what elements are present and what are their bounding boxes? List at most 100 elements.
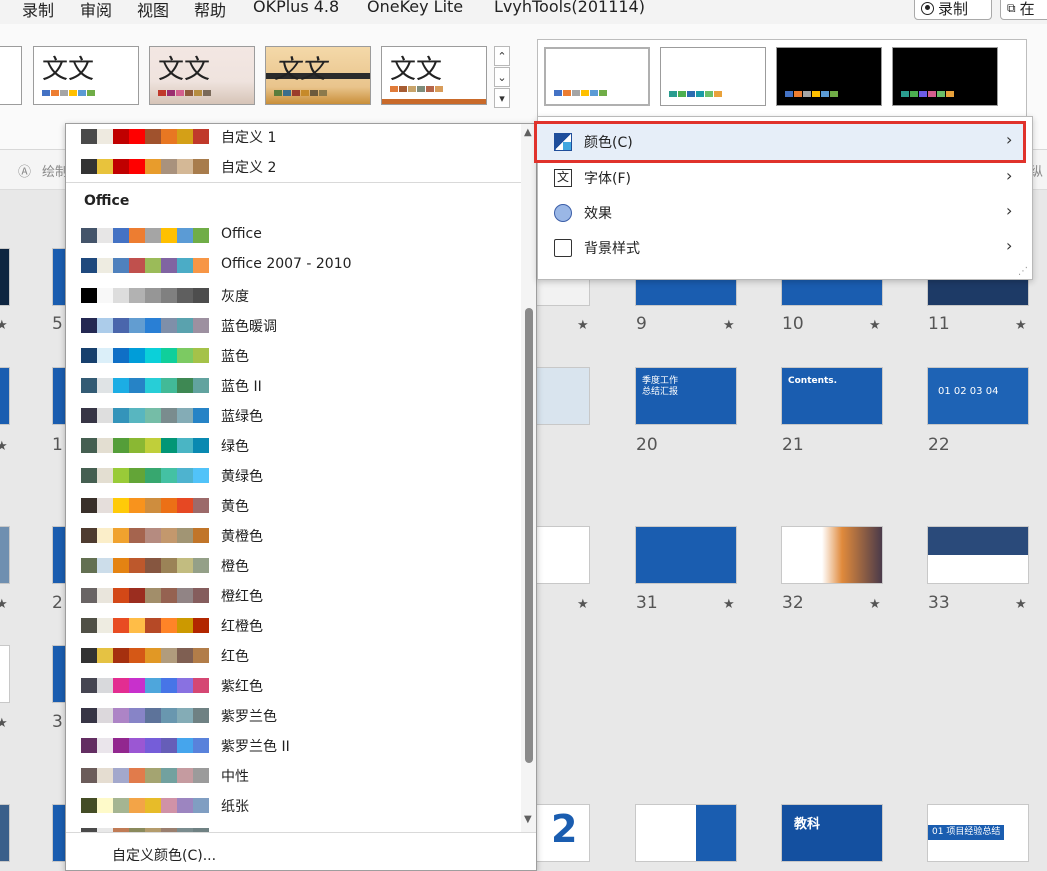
chevron-down-icon: ⌄ [497,70,507,84]
slide-thumbnail-32[interactable] [781,526,883,584]
slide-thumbnail-edge[interactable] [0,367,10,425]
theme-thumbnail-2[interactable]: 文文 [149,46,255,105]
color-scheme-item[interactable]: 中性 [66,761,521,791]
tab-record[interactable]: 录制 [22,0,54,21]
menu-item-colors[interactable]: 颜色(C) › [534,121,1026,163]
chevron-right-icon: › [1006,166,1013,185]
slide-number: 1 [52,435,63,455]
color-scheme-item[interactable]: 黄橙色 [66,521,521,551]
slide-thumbnail-44[interactable]: 01 项目经验总结 [927,804,1029,862]
share-button-label: 在 [1019,0,1035,18]
slide-thumbnail-edge[interactable] [52,526,66,584]
color-swatch [161,348,177,363]
slide-thumbnail-edge[interactable] [52,645,66,703]
color-scheme-item[interactable]: 紫罗兰色 [66,701,521,731]
color-scheme-label: 红色 [221,649,249,665]
color-swatch [81,708,97,723]
color-swatch [97,708,113,723]
color-swatch [97,558,113,573]
tab-help[interactable]: 帮助 [194,0,226,21]
menu-item-effects[interactable]: 效果 › [538,196,1032,230]
slide-thumbnail-20[interactable]: 季度工作 总结汇报 [635,367,737,425]
color-swatch [97,738,113,753]
theme-scroll-down-button[interactable]: ⌄ [494,67,510,87]
menu-item-background-styles[interactable]: 背景样式 › [538,231,1032,265]
slide-thumbnail-edge[interactable] [52,248,66,306]
slide-thumbnail-19[interactable] [536,367,590,425]
tab-lvyhtools[interactable]: LvyhTools(201114) [494,0,645,16]
theme-glyph: 文文 [158,55,211,85]
custom-colors-button[interactable]: 自定义颜色(C)... [66,832,536,870]
color-scheme-item[interactable]: 蓝绿色 [66,401,521,431]
color-scheme-item[interactable]: 自定义 2 [66,152,521,182]
color-swatch [81,768,97,783]
color-scheme-item[interactable]: 红橙色 [66,611,521,641]
color-swatch [97,408,113,423]
tab-view[interactable]: 视图 [137,0,169,21]
color-scheme-item[interactable]: Office 2007 - 2010 [66,251,521,281]
color-swatch [81,129,97,144]
slide-thumbnail-edge[interactable] [52,804,66,862]
slide-thumbnail-31[interactable] [635,526,737,584]
color-scheme-item[interactable]: 蓝色 II [66,371,521,401]
theme-thumbnail-3[interactable]: 文文 [265,46,371,105]
color-scheme-item[interactable]: 黄色 [66,491,521,521]
variant-thumbnail-4[interactable] [892,47,998,106]
slide-thumbnail-21[interactable]: Contents. [781,367,883,425]
dropdown-scrollbar[interactable]: ▲ ▼ [521,124,536,832]
color-swatch [161,288,177,303]
color-swatch [129,678,145,693]
theme-thumbnail-4[interactable]: 文文 [381,46,487,105]
color-scheme-item[interactable]: 纸张 [66,791,521,821]
slide-thumbnail-edge[interactable] [0,804,10,862]
theme-scroll-up-button[interactable]: ⌃ [494,46,510,66]
color-swatch [129,738,145,753]
color-scheme-label: 黄绿色 [221,469,263,485]
menu-item-fonts[interactable]: 文 字体(F) › [538,161,1032,195]
slide-thumbnail-43[interactable]: 教科 [781,804,883,862]
slide-thumbnail-edge[interactable] [52,367,66,425]
color-scheme-item[interactable]: 紫红色 [66,671,521,701]
color-scheme-item[interactable]: 绿色 [66,431,521,461]
slide-thumbnail-30[interactable] [536,526,590,584]
color-swatch [129,318,145,333]
scrollbar-thumb[interactable] [525,308,533,763]
draw-icon[interactable]: Ⓐ [18,161,31,180]
tab-okplus[interactable]: OKPlus 4.8 [253,0,339,16]
slide-thumbnail-edge[interactable] [0,645,10,703]
slide-thumbnail-edge[interactable] [0,248,10,306]
theme-more-button[interactable]: ▾ [494,88,510,108]
resize-grip-icon[interactable]: ⋰ [1018,266,1028,277]
color-scheme-item[interactable]: Office [66,221,521,251]
share-button[interactable]: ⧉ 在 [1000,0,1047,20]
slide-thumbnail-22[interactable]: 01 02 03 04 [927,367,1029,425]
color-scheme-label: 自定义 1 [221,130,277,146]
color-scheme-item[interactable]: 红色 [66,641,521,671]
scroll-up-arrow-icon[interactable]: ▲ [524,127,532,138]
color-scheme-item[interactable]: 橙红色 [66,581,521,611]
slide-thumbnail-edge[interactable] [0,526,10,584]
variant-thumbnail-2[interactable] [660,47,766,106]
scroll-down-arrow-icon[interactable]: ▼ [524,814,532,825]
slide-thumbnail-33[interactable] [927,526,1029,584]
color-scheme-item[interactable]: 蓝色 [66,341,521,371]
record-button[interactable]: 录制 [914,0,992,20]
slide-thumbnail-41[interactable]: 2 [536,804,590,862]
color-scheme-item[interactable]: 蓝色暖调 [66,311,521,341]
slide-thumbnail-42[interactable] [635,804,737,862]
tab-review[interactable]: 审阅 [80,0,112,21]
color-scheme-item[interactable]: 紫罗兰色 II [66,731,521,761]
tab-onekey-lite[interactable]: OneKey Lite [367,0,463,16]
color-swatch [145,159,161,174]
color-scheme-item[interactable]: 灰度 [66,281,521,311]
color-scheme-item[interactable]: 黄绿色 [66,461,521,491]
variant-thumbnail-1[interactable] [544,47,650,106]
variant-thumbnail-3[interactable] [776,47,882,106]
color-scheme-item[interactable]: 橙色 [66,551,521,581]
variant-swatches [554,90,608,96]
theme-colors-icon [554,133,572,151]
theme-thumbnail-partial[interactable] [0,46,22,105]
color-scheme-item[interactable]: 自定义 1 [66,124,521,152]
theme-thumbnail-1[interactable]: 文文 [33,46,139,105]
color-swatch [129,588,145,603]
